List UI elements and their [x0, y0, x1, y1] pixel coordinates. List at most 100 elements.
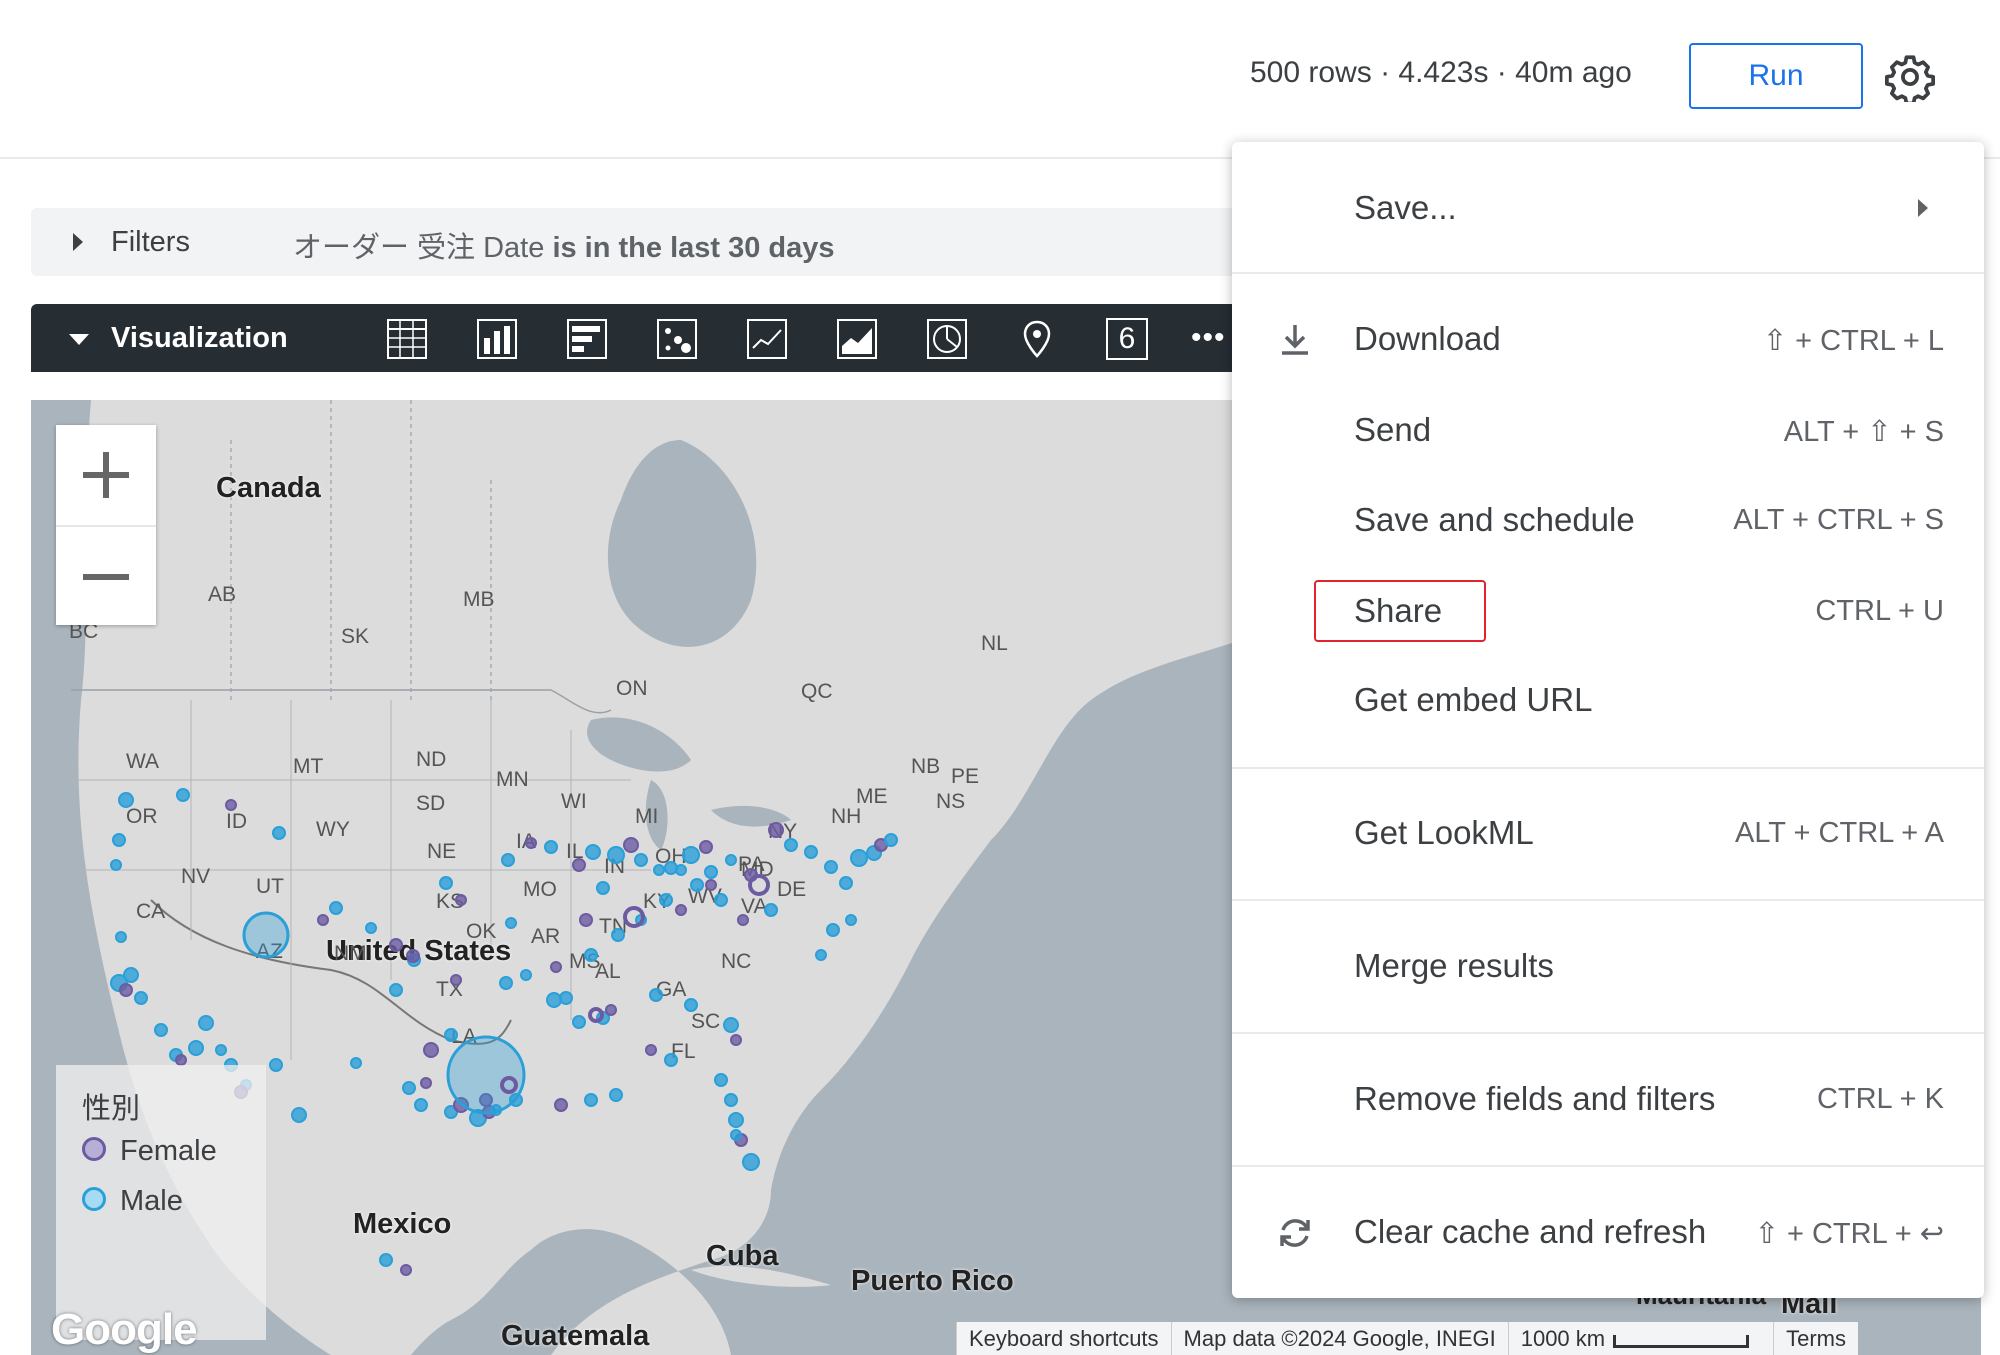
data-point[interactable] — [400, 1264, 412, 1276]
data-point-cluster[interactable] — [242, 911, 290, 959]
data-point[interactable] — [584, 1093, 598, 1107]
data-point[interactable] — [291, 1107, 307, 1123]
data-point[interactable] — [824, 860, 838, 874]
expand-caret-icon[interactable] — [73, 233, 83, 251]
menu-item-get-lookml[interactable]: Get LookML ALT + CTRL + A — [1232, 793, 1984, 873]
data-point[interactable] — [748, 874, 770, 896]
data-point[interactable] — [768, 822, 784, 838]
data-point[interactable] — [609, 1088, 623, 1102]
data-point[interactable] — [764, 903, 778, 917]
menu-item-save-and-schedule[interactable]: Save and schedule ALT + CTRL + S — [1232, 480, 1984, 560]
data-point[interactable] — [317, 914, 329, 926]
data-point[interactable] — [423, 1042, 439, 1058]
data-point[interactable] — [684, 998, 698, 1012]
data-point[interactable] — [730, 1129, 742, 1141]
data-point[interactable] — [123, 967, 139, 983]
pie-chart-icon[interactable] — [926, 318, 968, 360]
data-point[interactable] — [134, 991, 148, 1005]
data-point[interactable] — [414, 1098, 428, 1112]
map-scale[interactable]: 1000 km — [1507, 1322, 1761, 1355]
single-value-icon[interactable]: 6 — [1106, 318, 1148, 360]
menu-item-download[interactable]: Download ⇧ + CTRL + L — [1232, 299, 1984, 379]
data-point[interactable] — [119, 983, 133, 997]
data-point[interactable] — [714, 1073, 728, 1087]
data-point[interactable] — [664, 861, 678, 875]
menu-item-remove-fields-and-filters[interactable]: Remove fields and filters CTRL + K — [1232, 1059, 1984, 1139]
data-point[interactable] — [634, 853, 648, 867]
data-point[interactable] — [725, 854, 737, 866]
collapse-caret-icon[interactable] — [69, 334, 89, 345]
data-point[interactable] — [499, 976, 513, 990]
data-point[interactable] — [329, 901, 343, 915]
data-point[interactable] — [730, 1034, 742, 1046]
data-point[interactable] — [690, 878, 704, 892]
data-point[interactable] — [501, 853, 515, 867]
more-icon[interactable]: ••• — [1191, 318, 1233, 360]
data-point[interactable] — [714, 893, 728, 907]
data-point[interactable] — [572, 1015, 586, 1029]
menu-item-clear-cache-and-refresh[interactable]: Clear cache and refresh ⇧ + CTRL + ↩ — [1232, 1192, 1984, 1272]
data-point[interactable] — [402, 1081, 416, 1095]
data-point[interactable] — [379, 1253, 393, 1267]
data-point-cluster[interactable] — [446, 1035, 526, 1115]
data-point[interactable] — [611, 928, 625, 942]
data-point[interactable] — [112, 833, 126, 847]
data-point[interactable] — [188, 1040, 204, 1056]
scatter-icon[interactable] — [656, 318, 698, 360]
data-point[interactable] — [596, 881, 610, 895]
data-point[interactable] — [559, 991, 573, 1005]
data-point[interactable] — [154, 1023, 168, 1037]
data-point[interactable] — [584, 948, 598, 962]
filters-bar[interactable]: Filters オーダー 受注 Date is in the last 30 d… — [31, 208, 1291, 276]
data-point[interactable] — [850, 849, 868, 867]
menu-item-merge-results[interactable]: Merge results — [1232, 926, 1984, 1006]
data-point[interactable] — [607, 846, 625, 864]
column-chart-icon[interactable] — [476, 318, 518, 360]
map-pin-icon[interactable] — [1016, 318, 1058, 360]
data-point[interactable] — [455, 894, 467, 906]
bar-chart-icon[interactable] — [566, 318, 608, 360]
data-point[interactable] — [804, 845, 818, 859]
plus-icon[interactable] — [56, 425, 156, 525]
data-point[interactable] — [728, 1112, 744, 1128]
data-point[interactable] — [585, 844, 601, 860]
menu-item-get-embed-url[interactable]: Get embed URL — [1232, 660, 1984, 740]
data-point[interactable] — [659, 893, 673, 907]
area-chart-icon[interactable] — [836, 318, 878, 360]
data-point[interactable] — [546, 992, 562, 1008]
data-point[interactable] — [649, 988, 663, 1002]
data-point[interactable] — [737, 914, 749, 926]
data-point[interactable] — [605, 1004, 617, 1016]
data-point[interactable] — [450, 974, 462, 986]
data-point[interactable] — [118, 792, 134, 808]
data-point[interactable] — [653, 864, 665, 876]
data-point[interactable] — [579, 913, 593, 927]
line-chart-icon[interactable] — [746, 318, 788, 360]
data-point[interactable] — [572, 858, 586, 872]
data-point[interactable] — [544, 840, 558, 854]
data-point[interactable] — [176, 788, 190, 802]
menu-item-send[interactable]: Send ALT + ⇧ + S — [1232, 390, 1984, 470]
data-point[interactable] — [110, 859, 122, 871]
terms-link[interactable]: Terms — [1773, 1322, 1858, 1355]
data-point[interactable] — [664, 1053, 678, 1067]
menu-item-save[interactable]: Save... — [1232, 168, 1984, 248]
data-point[interactable] — [115, 931, 127, 943]
table-icon[interactable] — [386, 318, 428, 360]
data-point[interactable] — [175, 1054, 187, 1066]
data-point[interactable] — [550, 961, 562, 973]
data-point[interactable] — [884, 833, 898, 847]
run-button[interactable]: Run — [1689, 43, 1863, 109]
data-point[interactable] — [520, 969, 532, 981]
data-point[interactable] — [784, 838, 798, 852]
data-point[interactable] — [225, 799, 237, 811]
data-point[interactable] — [389, 983, 403, 997]
data-point[interactable] — [198, 1015, 214, 1031]
data-point[interactable] — [839, 876, 853, 890]
data-point[interactable] — [525, 837, 537, 849]
data-point[interactable] — [815, 949, 827, 961]
data-point[interactable] — [365, 922, 377, 934]
keyboard-shortcuts-link[interactable]: Keyboard shortcuts — [956, 1322, 1171, 1355]
data-point[interactable] — [444, 1028, 458, 1042]
data-point[interactable] — [215, 1044, 227, 1056]
